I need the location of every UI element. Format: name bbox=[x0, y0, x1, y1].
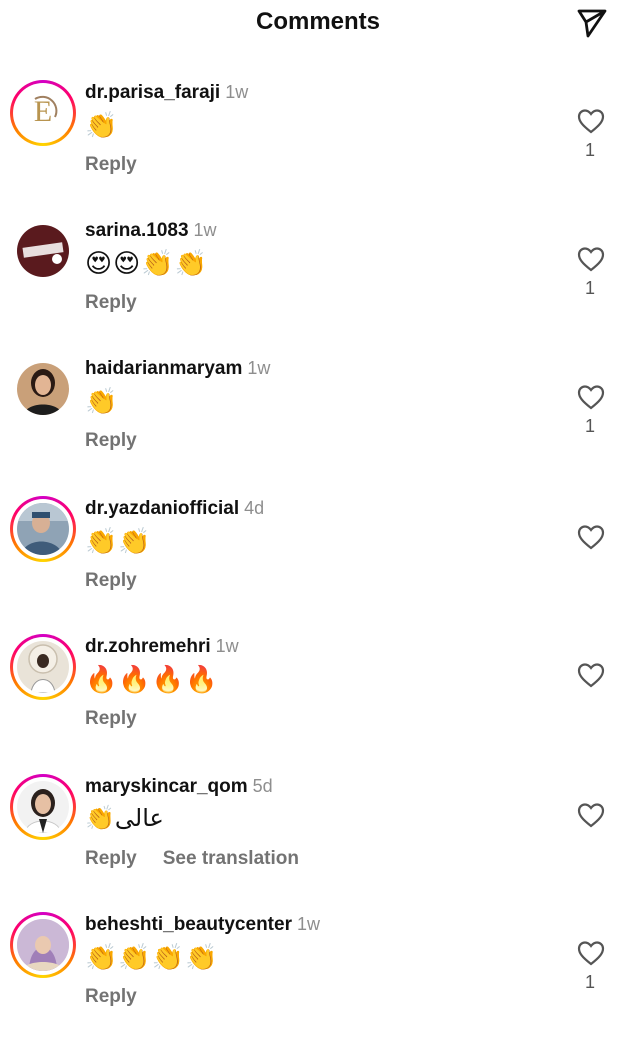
header-bar: Comments bbox=[0, 0, 636, 50]
comment-username[interactable]: haidarianmaryam 1w bbox=[85, 358, 270, 380]
avatar[interactable]: E bbox=[10, 80, 76, 146]
avatar[interactable] bbox=[10, 356, 76, 422]
comment-time: 1w bbox=[193, 220, 217, 240]
comment-text: 👏 bbox=[85, 110, 119, 140]
profile-photo-icon bbox=[24, 789, 62, 833]
comment-text: 👏👏 bbox=[85, 526, 152, 556]
heart-icon[interactable] bbox=[577, 108, 605, 134]
heart-icon[interactable] bbox=[577, 662, 605, 688]
like-count: 1 bbox=[584, 416, 595, 436]
see-translation-link[interactable]: See translation bbox=[163, 848, 299, 869]
like-count: 1 bbox=[584, 972, 595, 992]
comment-time: 5d bbox=[252, 776, 273, 796]
profile-photo-icon bbox=[17, 919, 69, 971]
comment-username[interactable]: maryskincar_qom 5d bbox=[85, 776, 273, 798]
page-title: Comments bbox=[255, 8, 381, 35]
comment-item: haidarianmaryam 1w 👏 Reply 1 bbox=[0, 356, 636, 494]
paper-plane-icon[interactable] bbox=[574, 4, 610, 40]
comment-username[interactable]: beheshti_beautycenter 1w bbox=[85, 914, 320, 936]
comment-item: beheshti_beautycenter 1w 👏👏👏👏 Reply 1 bbox=[0, 912, 636, 1050]
comment-item: E dr.parisa_faraji 1w 👏 Reply 1 bbox=[0, 80, 636, 218]
profile-photo-icon bbox=[22, 242, 64, 264]
avatar[interactable] bbox=[10, 912, 76, 978]
comment-username[interactable]: dr.zohremehri 1w bbox=[85, 636, 239, 658]
reply-button[interactable]: Reply bbox=[85, 570, 137, 591]
avatar[interactable] bbox=[10, 496, 76, 562]
comment-item: maryskincar_qom 5d عالی👏 Reply See transla… bbox=[0, 774, 636, 912]
comment-time: 1w bbox=[215, 636, 239, 656]
avatar[interactable] bbox=[10, 774, 76, 840]
profile-photo-icon bbox=[28, 644, 58, 693]
like-count: 1 bbox=[584, 140, 595, 160]
heart-icon[interactable] bbox=[577, 246, 605, 272]
comment-item: dr.zohremehri 1w 🔥🔥🔥🔥 Reply bbox=[0, 634, 636, 772]
reply-button[interactable]: Reply bbox=[85, 154, 137, 175]
comment-text: 👏 bbox=[85, 386, 119, 416]
profile-photo-icon bbox=[23, 369, 63, 415]
reply-button[interactable]: Reply bbox=[85, 986, 137, 1007]
avatar[interactable] bbox=[10, 218, 76, 284]
svg-text:E: E bbox=[34, 95, 52, 128]
comment-time: 1w bbox=[247, 358, 271, 378]
profile-photo-icon bbox=[17, 503, 69, 555]
comment-text: 👏👏👏👏 bbox=[85, 942, 219, 972]
heart-icon[interactable] bbox=[577, 524, 605, 550]
heart-icon[interactable] bbox=[577, 802, 605, 828]
clinic-logo-icon: E bbox=[34, 95, 58, 128]
comment-item: sarina.1083 1w 😍😍👏👏 Reply 1 bbox=[0, 218, 636, 356]
comment-time: 1w bbox=[225, 82, 249, 102]
reply-button[interactable]: Reply bbox=[85, 848, 137, 869]
like-count: 1 bbox=[584, 278, 595, 298]
comment-time: 4d bbox=[244, 498, 265, 518]
heart-icon[interactable] bbox=[577, 940, 605, 966]
heart-icon[interactable] bbox=[577, 384, 605, 410]
reply-button[interactable]: Reply bbox=[85, 430, 137, 451]
comment-text: 😍😍👏👏 bbox=[85, 248, 208, 278]
reply-button[interactable]: Reply bbox=[85, 708, 137, 729]
comment-username[interactable]: dr.yazdaniofficial 4d bbox=[85, 498, 264, 520]
reply-button[interactable]: Reply bbox=[85, 292, 137, 313]
comment-text: 🔥🔥🔥🔥 bbox=[85, 664, 219, 694]
comment-time: 1w bbox=[296, 914, 320, 934]
comment-username[interactable]: sarina.1083 1w bbox=[85, 220, 217, 242]
comment-text: عالی👏 bbox=[85, 805, 164, 832]
avatar[interactable] bbox=[10, 634, 76, 700]
comment-item: dr.yazdaniofficial 4d 👏👏 Reply bbox=[0, 496, 636, 634]
comment-username[interactable]: dr.parisa_faraji 1w bbox=[85, 82, 248, 104]
